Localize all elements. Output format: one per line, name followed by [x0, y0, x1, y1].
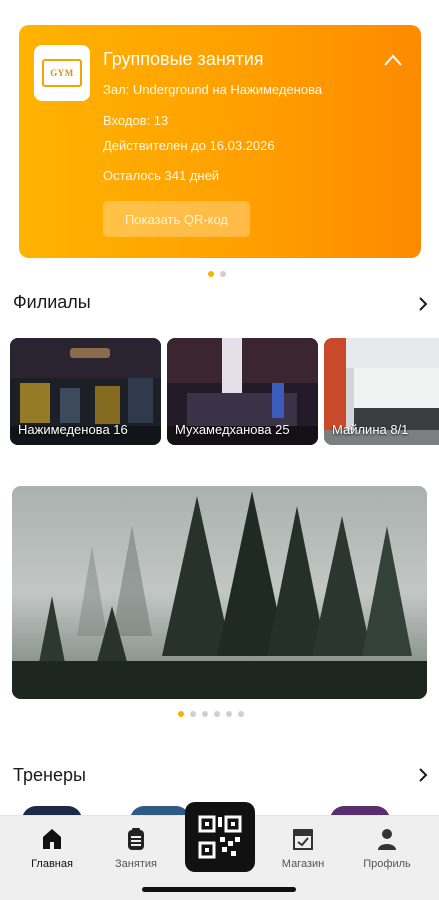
branches-carousel[interactable]: Нажимеденова 16 Мухамедханова 25 Майлина…	[10, 338, 439, 446]
gym-logo: GYM	[34, 45, 90, 101]
promo-banner[interactable]	[12, 486, 427, 699]
forest-photo	[12, 486, 427, 699]
card-days-left: Осталось 341 дней	[103, 168, 220, 183]
card-title: Групповые занятия	[103, 49, 264, 69]
pager-dot[interactable]	[238, 711, 244, 717]
nav-item-profile[interactable]: Профиль	[349, 826, 425, 870]
card-valid-until: Действителен до 16.03.2026	[103, 138, 275, 153]
shop-icon	[293, 829, 313, 850]
chevron-right-icon[interactable]	[417, 767, 429, 783]
branch-label: Нажимеденова 16	[18, 422, 128, 437]
card-entries: Входов: 13	[103, 113, 169, 128]
pager-dot[interactable]	[208, 271, 214, 277]
qr-code-icon	[198, 815, 242, 859]
nav-item-classes[interactable]: Занятия	[98, 826, 174, 870]
branch-label: Мухамедханова 25	[175, 422, 290, 437]
nav-item-shop[interactable]: Магазин	[265, 826, 341, 870]
show-qr-button[interactable]: Показать QR-код	[103, 201, 250, 237]
branches-title: Филиалы	[13, 292, 91, 312]
classes-icon	[128, 828, 144, 850]
qr-scan-button[interactable]	[185, 802, 255, 872]
chevron-up-icon[interactable]	[383, 53, 403, 67]
pager-dot[interactable]	[226, 711, 232, 717]
nav-label: Профиль	[363, 858, 411, 870]
banner-pager	[178, 711, 244, 717]
trainers-title: Тренеры	[13, 765, 86, 785]
card-pager	[208, 271, 226, 277]
membership-card[interactable]: GYM Групповые занятия Зал: Underground н…	[19, 25, 421, 258]
pager-dot[interactable]	[178, 711, 184, 717]
pager-dot[interactable]	[190, 711, 196, 717]
branch-card[interactable]: Мухамедханова 25	[167, 338, 318, 445]
chevron-right-icon[interactable]	[417, 296, 429, 312]
branch-label: Майлина 8/1	[332, 422, 409, 437]
nav-item-home[interactable]: Главная	[14, 826, 90, 870]
branch-card[interactable]: Майлина 8/1	[324, 338, 439, 445]
nav-label: Главная	[31, 858, 73, 870]
pager-dot[interactable]	[220, 271, 226, 277]
gym-logo-mark: GYM	[42, 59, 82, 87]
nav-label: Магазин	[281, 858, 325, 870]
home-indicator	[142, 887, 296, 892]
home-icon	[43, 829, 61, 849]
card-hall: Зал: Underground на Нажимеденова	[103, 82, 323, 97]
pager-dot[interactable]	[202, 711, 208, 717]
pager-dot[interactable]	[214, 711, 220, 717]
branch-card[interactable]: Нажимеденова 16	[10, 338, 161, 445]
nav-label: Занятия	[115, 858, 157, 870]
profile-icon	[378, 829, 396, 850]
